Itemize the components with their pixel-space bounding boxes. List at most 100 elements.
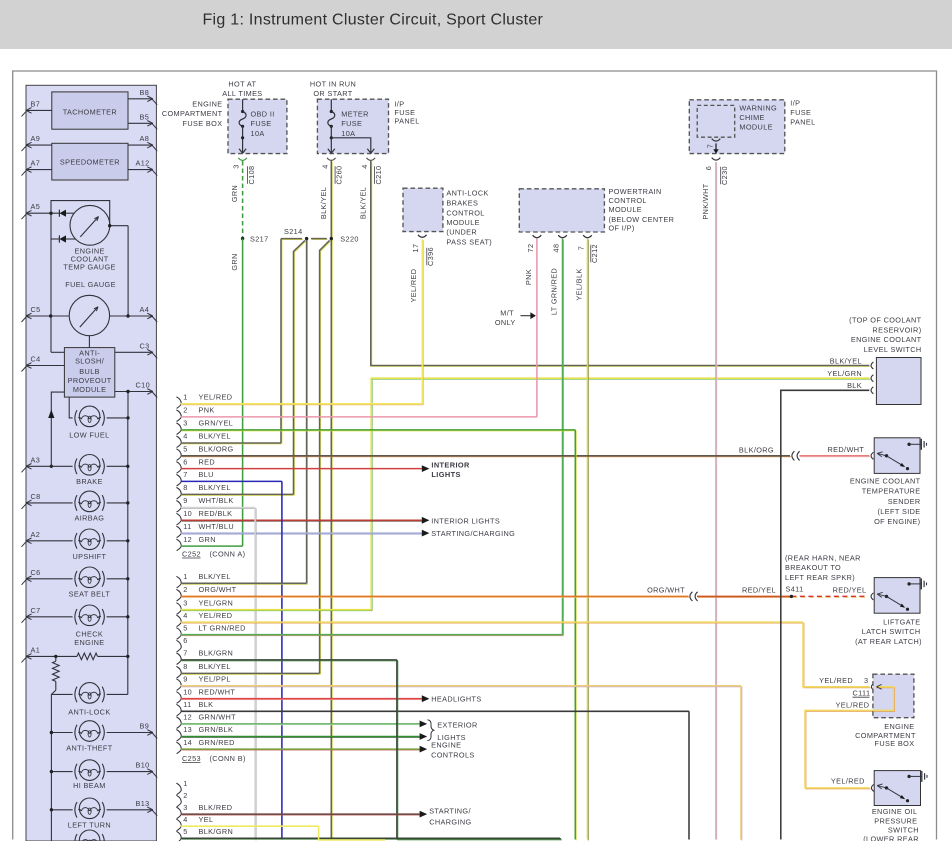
svg-text:4: 4 <box>183 815 187 824</box>
svg-text:5: 5 <box>183 827 187 836</box>
svg-text:C108: C108 <box>247 166 256 185</box>
svg-text:(REAR HARN, NEAR: (REAR HARN, NEAR <box>785 553 861 562</box>
svg-text:A4: A4 <box>140 305 150 314</box>
svg-text:OBD II: OBD II <box>251 110 275 119</box>
svg-text:2: 2 <box>183 791 187 800</box>
svg-text:2: 2 <box>183 585 187 594</box>
svg-text:AIRBAG: AIRBAG <box>74 514 104 523</box>
svg-text:STARTING/: STARTING/ <box>429 806 471 815</box>
svg-text:BLK/YEL: BLK/YEL <box>199 483 231 492</box>
svg-text:A9: A9 <box>31 134 41 143</box>
svg-text:BRAKE: BRAKE <box>76 477 103 486</box>
svg-text:EXTERIOR: EXTERIOR <box>437 721 477 730</box>
svg-text:C3: C3 <box>140 341 150 350</box>
svg-text:S220: S220 <box>340 235 359 244</box>
svg-text:RED/YEL: RED/YEL <box>742 586 776 595</box>
svg-text:YEL/GRN: YEL/GRN <box>827 369 862 378</box>
svg-text:12: 12 <box>183 535 192 544</box>
svg-text:INTERIOR LIGHTS: INTERIOR LIGHTS <box>431 516 500 525</box>
svg-text:I/P: I/P <box>394 99 404 108</box>
svg-text:PNK: PNK <box>524 269 533 285</box>
svg-text:TACHOMETER: TACHOMETER <box>63 108 117 117</box>
svg-text:BLK/YEL: BLK/YEL <box>358 187 367 219</box>
svg-text:POWERTRAIN: POWERTRAIN <box>609 187 662 196</box>
svg-text:FUSE: FUSE <box>394 108 415 117</box>
svg-text:C4: C4 <box>31 355 41 364</box>
svg-text:A7: A7 <box>31 159 41 168</box>
svg-text:METER: METER <box>341 110 368 119</box>
svg-text:9: 9 <box>183 496 187 505</box>
svg-text:ENGINE: ENGINE <box>192 100 222 109</box>
svg-text:Fig 1: Instrument Cluster Circ: Fig 1: Instrument Cluster Circuit, Sport… <box>203 11 544 28</box>
svg-text:WHT/BLK: WHT/BLK <box>199 496 234 505</box>
svg-text:12: 12 <box>183 713 192 722</box>
svg-text:C10: C10 <box>136 381 151 390</box>
svg-text:72: 72 <box>526 244 535 253</box>
svg-text:2: 2 <box>183 406 187 415</box>
svg-text:WHT/BLU: WHT/BLU <box>199 522 235 531</box>
svg-text:GRN/WHT: GRN/WHT <box>199 713 237 722</box>
svg-text:YEL/PPL: YEL/PPL <box>199 675 231 684</box>
svg-text:M/T: M/T <box>500 309 514 318</box>
svg-text:WARNING: WARNING <box>739 103 777 112</box>
svg-text:PRESSURE: PRESSURE <box>874 816 917 825</box>
svg-text:4: 4 <box>360 164 369 168</box>
svg-text:BLK/YEL: BLK/YEL <box>199 572 231 581</box>
svg-text:BLK: BLK <box>847 381 862 390</box>
svg-text:RED/WHT: RED/WHT <box>828 445 865 454</box>
svg-text:YEL/GRN: YEL/GRN <box>199 598 234 607</box>
svg-text:OF ENGINE): OF ENGINE) <box>874 517 920 526</box>
svg-text:C8: C8 <box>31 492 41 501</box>
svg-text:ANTI-LOCK: ANTI-LOCK <box>446 189 488 198</box>
svg-text:ENGINE OIL: ENGINE OIL <box>872 807 918 816</box>
svg-text:TEMP GAUGE: TEMP GAUGE <box>63 263 115 272</box>
svg-text:C210: C210 <box>374 166 383 185</box>
svg-text:GRN: GRN <box>230 253 239 270</box>
svg-text:ALL TIMES: ALL TIMES <box>222 89 262 98</box>
svg-text:10: 10 <box>183 509 192 518</box>
svg-text:FUSE BOX: FUSE BOX <box>183 119 223 128</box>
svg-text:BLK/GRN: BLK/GRN <box>199 649 234 658</box>
svg-text:C5: C5 <box>31 305 41 314</box>
svg-text:B13: B13 <box>136 799 150 808</box>
svg-text:INTERIOR: INTERIOR <box>431 460 470 469</box>
svg-text:A5: A5 <box>31 202 41 211</box>
svg-text:CONTROLS: CONTROLS <box>431 751 475 760</box>
svg-text:3: 3 <box>183 803 187 812</box>
svg-text:HOT IN RUN: HOT IN RUN <box>310 80 356 89</box>
svg-text:LT GRN/RED: LT GRN/RED <box>550 268 559 315</box>
svg-text:3: 3 <box>183 598 187 607</box>
svg-text:9: 9 <box>183 675 187 684</box>
svg-text:10: 10 <box>183 687 192 696</box>
svg-text:LEVEL SWITCH: LEVEL SWITCH <box>864 345 922 354</box>
svg-text:3: 3 <box>183 419 187 428</box>
svg-text:RED/YEL: RED/YEL <box>833 586 867 595</box>
svg-text:C253: C253 <box>182 754 201 763</box>
svg-text:8: 8 <box>183 483 187 492</box>
svg-text:CONTROL: CONTROL <box>446 208 484 217</box>
svg-text:BLU: BLU <box>199 470 214 479</box>
svg-text:BLK: BLK <box>199 700 214 709</box>
svg-text:B10: B10 <box>136 761 150 770</box>
svg-text:SEAT BELT: SEAT BELT <box>69 590 111 599</box>
svg-text:ENGINE COOLANT: ENGINE COOLANT <box>850 476 921 485</box>
svg-text:(LEFT SIDE: (LEFT SIDE <box>878 507 921 516</box>
svg-text:OR START: OR START <box>313 89 352 98</box>
svg-text:LIGHTS: LIGHTS <box>431 470 460 479</box>
svg-text:(UNDER: (UNDER <box>446 228 477 237</box>
svg-text:S217: S217 <box>250 235 269 244</box>
svg-text:PASS SEAT): PASS SEAT) <box>446 237 492 246</box>
svg-text:B9: B9 <box>140 722 150 731</box>
svg-text:10A: 10A <box>251 129 265 138</box>
svg-text:4: 4 <box>183 432 187 441</box>
svg-text:SLOSH/: SLOSH/ <box>75 356 105 365</box>
svg-text:4: 4 <box>183 611 187 620</box>
svg-text:4: 4 <box>320 164 329 168</box>
svg-text:YEL/RED: YEL/RED <box>199 611 233 620</box>
svg-text:BLK/GRN: BLK/GRN <box>199 827 234 836</box>
svg-text:LEFT REAR SPKR): LEFT REAR SPKR) <box>785 573 855 582</box>
svg-text:ENGINE: ENGINE <box>431 740 461 749</box>
svg-text:YEL/RED: YEL/RED <box>819 676 853 685</box>
svg-text:YEL/RED: YEL/RED <box>836 700 870 709</box>
svg-text:SWITCH: SWITCH <box>888 825 919 834</box>
